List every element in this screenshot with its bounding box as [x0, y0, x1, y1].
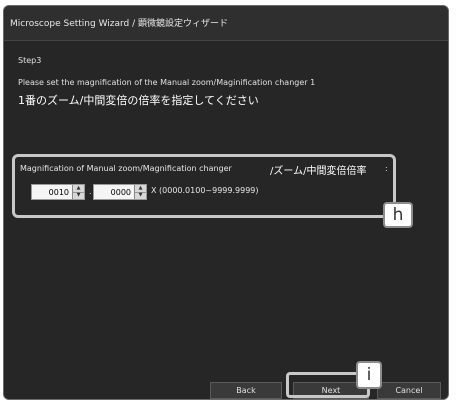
instruction-english: Please set the magnification of the Manu…: [18, 78, 316, 87]
title-bar: Microscope Setting Wizard / 顕微鏡設定ウィザード: [4, 6, 448, 41]
callout-h: h: [383, 202, 413, 228]
magnification-integer-spinner[interactable]: ▲ ▼: [31, 184, 85, 200]
wizard-content: Step3 Please set the magnification of th…: [18, 56, 438, 108]
group-colon: :: [385, 164, 388, 173]
magnification-decimal-spinner[interactable]: ▲ ▼: [93, 184, 147, 200]
wizard-window: Microscope Setting Wizard / 顕微鏡設定ウィザード S…: [3, 5, 449, 400]
step-label: Step3: [18, 56, 42, 65]
decimal-down-arrow-icon[interactable]: ▼: [135, 191, 146, 200]
decimal-separator: .: [89, 187, 92, 196]
window-title: Microscope Setting Wizard / 顕微鏡設定ウィザード: [10, 19, 229, 29]
instruction-japanese: 1番のズーム/中間変倍の倍率を指定してください: [18, 94, 259, 107]
callout-i: i: [356, 361, 382, 389]
back-button[interactable]: Back: [210, 382, 282, 399]
magnification-decimal-input[interactable]: [94, 185, 134, 199]
group-title-english: Magnification of Manual zoom/Magnificati…: [20, 164, 232, 173]
cancel-button[interactable]: Cancel: [377, 382, 441, 399]
magnification-range: X (0000.0100~9999.9999): [151, 186, 259, 195]
decimal-spin-buttons: ▲ ▼: [134, 185, 146, 199]
magnification-integer-input[interactable]: [32, 185, 72, 199]
group-title-japanese: /ズーム/中間変倍倍率: [270, 166, 367, 177]
integer-down-arrow-icon[interactable]: ▼: [73, 191, 84, 200]
integer-spin-buttons: ▲ ▼: [72, 185, 84, 199]
